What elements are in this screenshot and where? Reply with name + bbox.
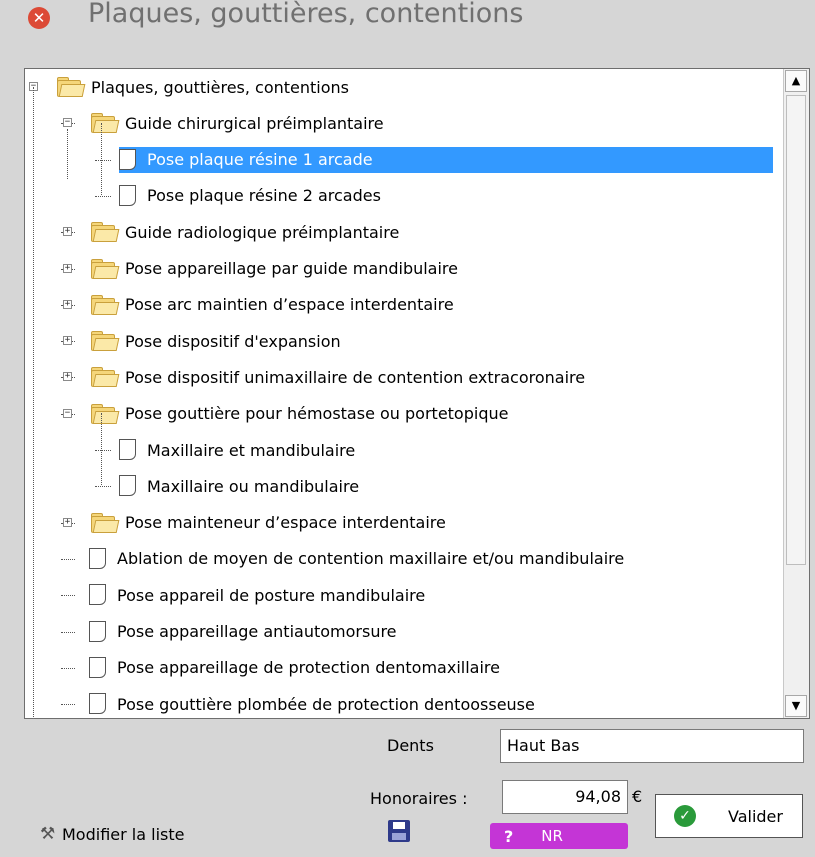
folder-icon	[89, 367, 120, 388]
title-bar: ✕ Plaques, gouttières, contentions	[0, 0, 815, 68]
tree-item-node[interactable]: Pose appareillage antiautomorsure	[89, 619, 401, 645]
folder-icon	[89, 113, 120, 134]
tree-connector	[61, 704, 75, 706]
tree-view[interactable]: ▲ ▼ − Plaques, gouttières, contentions − Gu…	[24, 68, 810, 719]
folder-icon	[55, 77, 86, 97]
tree-folder-node[interactable]: Pose dispositif d'expansion	[89, 328, 345, 354]
folder-icon	[89, 512, 120, 533]
nr-label: NR	[541, 827, 563, 845]
tree-connector	[61, 558, 75, 560]
document-icon	[89, 693, 107, 715]
tree-node-label: Pose mainteneur d’espace interdentaire	[125, 513, 446, 533]
vertical-scrollbar[interactable]: ▲ ▼	[783, 69, 809, 718]
expand-icon[interactable]: +	[63, 372, 72, 382]
tree-spine	[33, 87, 34, 718]
tree-item-node[interactable]: Pose plaque résine 2 arcades	[119, 183, 385, 209]
check-icon: ✓	[674, 805, 696, 827]
tree-spine	[101, 123, 102, 195]
scroll-up-icon[interactable]: ▲	[785, 70, 807, 92]
tree-item-node[interactable]: Pose gouttière plombée de protection den…	[89, 691, 539, 717]
tree-node-label: Pose plaque résine 1 arcade	[147, 150, 373, 170]
tree-connector	[61, 631, 75, 633]
window-title: Plaques, gouttières, contentions	[88, 0, 524, 29]
tree-folder-node[interactable]: Pose dispositif unimaxillaire de content…	[89, 364, 589, 390]
dents-label: Dents	[387, 736, 434, 755]
tree-item-node[interactable]: Pose appareillage de protection dentomax…	[89, 655, 504, 681]
document-icon	[119, 439, 137, 461]
close-icon[interactable]: ✕	[28, 7, 50, 29]
scroll-thumb[interactable]	[786, 95, 806, 565]
tree-node-label: Guide chirurgical préimplantaire	[125, 113, 384, 133]
valider-label: Valider	[728, 806, 783, 826]
dents-field[interactable]: Haut Bas	[500, 729, 804, 763]
tree-node-label: Pose dispositif unimaxillaire de content…	[125, 367, 586, 387]
collapse-icon[interactable]: −	[63, 408, 72, 418]
tree-node-label: Pose arc maintien d’espace interdentaire	[125, 295, 454, 315]
currency-label: €	[632, 787, 643, 806]
tree-item-node[interactable]: Pose plaque résine 1 arcade	[119, 146, 773, 173]
tree-item-node[interactable]: Maxillaire ou mandibulaire	[119, 473, 363, 499]
collapse-icon[interactable]: −	[63, 118, 72, 128]
tree-node-label: Maxillaire ou mandibulaire	[147, 476, 360, 496]
document-icon	[89, 656, 107, 679]
tree-spine	[101, 413, 102, 485]
tree-node-label: Maxillaire et mandibulaire	[147, 440, 356, 460]
document-icon	[119, 475, 137, 497]
expand-icon[interactable]: +	[63, 263, 72, 273]
save-icon[interactable]	[388, 820, 410, 842]
tree-node-label: Pose gouttière plombée de protection den…	[117, 694, 535, 714]
tree-folder-node[interactable]: Plaques, gouttières, contentions	[55, 74, 353, 100]
tree-connector	[95, 159, 111, 161]
nr-button[interactable]: ? NR	[490, 823, 628, 849]
tree-node-label: Pose appareil de posture mandibulaire	[117, 585, 426, 605]
tree-folder-node[interactable]: Pose appareillage par guide mandibulaire	[89, 256, 462, 282]
tree-item-node[interactable]: Pose appareil de posture mandibulaire	[89, 582, 429, 608]
expand-icon[interactable]: +	[63, 299, 72, 309]
document-icon	[89, 620, 107, 643]
document-icon	[119, 184, 137, 207]
tree-node-label: Pose dispositif d'expansion	[125, 331, 341, 351]
tree-node-label: Pose gouttière pour hémostase ou porteto…	[125, 404, 509, 424]
folder-icon	[89, 222, 120, 243]
expand-icon[interactable]: +	[63, 227, 72, 237]
document-icon	[89, 584, 107, 606]
tree-folder-node[interactable]: Pose mainteneur d’espace interdentaire	[89, 510, 450, 536]
expand-icon[interactable]: +	[63, 517, 72, 527]
honoraires-field[interactable]: 94,08	[502, 780, 628, 814]
help-icon: ?	[504, 826, 514, 846]
tree-connector	[95, 450, 111, 451]
tree-node-label: Pose plaque résine 2 arcades	[147, 186, 381, 206]
tree-spine	[67, 129, 68, 179]
tree-connector	[95, 195, 111, 197]
folder-icon	[89, 258, 120, 279]
folder-icon	[89, 294, 120, 315]
tree-connector	[95, 486, 111, 488]
honoraires-label: Honoraires :	[370, 789, 468, 808]
tree-connector	[61, 595, 75, 597]
valider-button[interactable]: ✓ Valider	[655, 794, 803, 838]
scroll-down-icon[interactable]: ▼	[785, 695, 807, 717]
tools-icon: ⚒	[40, 824, 56, 844]
tree-folder-node[interactable]: Guide radiologique préimplantaire	[89, 219, 403, 245]
tree-item-node[interactable]: Ablation de moyen de contention maxillai…	[89, 546, 628, 572]
tree-connector	[61, 667, 75, 669]
document-icon	[89, 547, 107, 570]
modifier-liste-link[interactable]: Modifier la liste	[62, 825, 184, 844]
folder-icon	[89, 331, 120, 352]
document-icon	[119, 148, 137, 171]
tree-node-label: Pose appareillage antiautomorsure	[117, 622, 397, 641]
tree-node-label: Ablation de moyen de contention maxillai…	[117, 549, 625, 569]
tree-folder-node[interactable]: Pose gouttière pour hémostase ou porteto…	[89, 401, 512, 427]
expand-icon[interactable]: +	[63, 336, 72, 346]
tree-folder-node[interactable]: Guide chirurgical préimplantaire	[89, 110, 388, 136]
tree-node-label: Pose appareillage par guide mandibulaire	[125, 259, 458, 278]
tree-node-label: Pose appareillage de protection dentomax…	[117, 658, 500, 678]
tree-node-label: Guide radiologique préimplantaire	[125, 222, 400, 242]
folder-icon	[89, 403, 120, 424]
tree-node-label: Plaques, gouttières, contentions	[91, 77, 350, 97]
tree-folder-node[interactable]: Pose arc maintien d’espace interdentaire	[89, 292, 458, 318]
tree-item-node[interactable]: Maxillaire et mandibulaire	[119, 437, 359, 463]
